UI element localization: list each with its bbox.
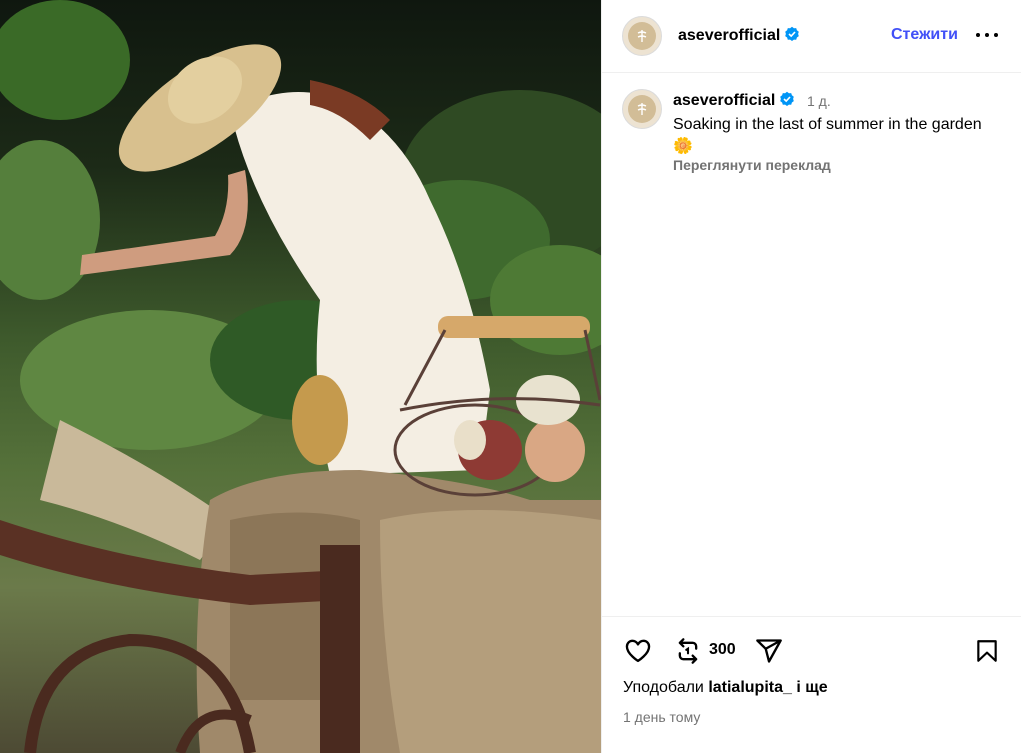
share-icon[interactable] (754, 637, 784, 665)
follow-button[interactable]: Стежити (891, 26, 958, 44)
author-avatar[interactable] (622, 16, 662, 56)
author-username-text[interactable]: aseverofficial (678, 27, 780, 44)
caption-author-avatar[interactable] (622, 89, 662, 129)
liked-by-prefix: Уподобали (623, 679, 704, 696)
repost-count: 300 (709, 641, 736, 658)
post-actions: 300 Уподобали latialupita_ і ще 1 день т… (602, 616, 1021, 753)
post-details-panel: aseverofficial Стежити aseverofficial 1 … (601, 0, 1021, 753)
bookmark-icon[interactable] (974, 637, 1000, 665)
liked-by-summary: Уподобали latialupita_ і ще (623, 679, 828, 697)
post-image[interactable] (0, 0, 601, 753)
verified-badge-icon (785, 26, 800, 41)
caption-timestamp[interactable]: 1 д. (807, 93, 831, 109)
garden-photo (0, 0, 601, 753)
brand-logo-icon (628, 22, 656, 50)
see-translation-link[interactable]: Переглянути переклад (673, 157, 831, 173)
brand-logo-icon (628, 95, 656, 123)
caption-username-text[interactable]: aseverofficial (673, 92, 775, 109)
caption-text: Soaking in the last of summer in the gar… (673, 116, 982, 155)
more-horizontal-icon[interactable] (976, 26, 998, 44)
repost-icon[interactable] (674, 637, 702, 665)
liked-by-others-link[interactable]: і ще (796, 679, 827, 696)
caption-username[interactable]: aseverofficial (673, 91, 795, 110)
verified-badge-icon (780, 91, 795, 106)
heart-icon[interactable] (623, 637, 653, 665)
author-username[interactable]: aseverofficial (678, 26, 800, 45)
liked-by-user-link[interactable]: latialupita_ (708, 679, 792, 696)
post-date[interactable]: 1 день тому (623, 709, 700, 725)
post-header: aseverofficial Стежити (602, 0, 1021, 73)
